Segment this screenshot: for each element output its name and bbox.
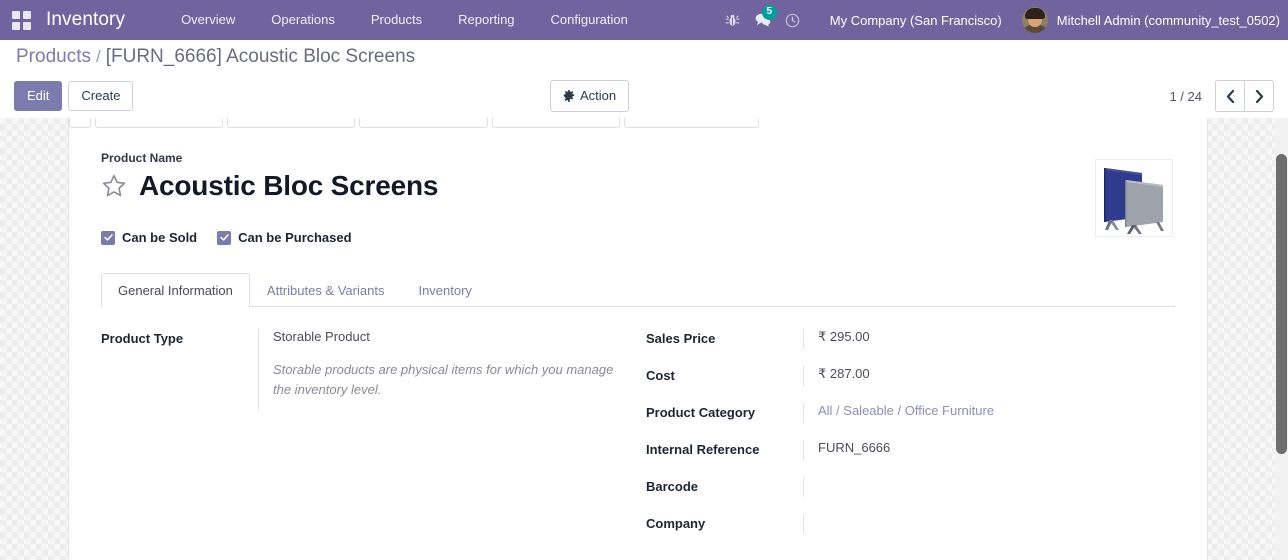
gear-icon bbox=[563, 90, 575, 102]
product-category-value[interactable]: All / Saleable / Office Furniture bbox=[803, 403, 1175, 423]
stat-button-cut[interactable] bbox=[227, 118, 355, 128]
field-product-type: Product Type Storable Product Storable p… bbox=[101, 329, 638, 411]
internal-reference-label: Internal Reference bbox=[646, 442, 760, 457]
stat-button-cut[interactable] bbox=[624, 118, 759, 128]
form-sheet-body: Product Name Acoustic Bloc Screens Can b… bbox=[69, 129, 1207, 560]
control-panel: Edit Create Action 1 / 24 bbox=[0, 74, 1288, 118]
field-company: Company bbox=[646, 514, 1175, 534]
notebook-tabs: General Information Attributes & Variant… bbox=[101, 273, 1175, 307]
breadcrumb-separator: / bbox=[95, 47, 101, 66]
product-type-value-wrapper: Storable Product Storable products are p… bbox=[258, 329, 638, 411]
user-menu-label: Mitchell Admin (community_test_0502) bbox=[1056, 12, 1280, 28]
can-be-purchased-label: Can be Purchased bbox=[238, 230, 352, 245]
product-title-area: Product Name Acoustic Bloc Screens Can b… bbox=[101, 151, 1175, 245]
pager-buttons bbox=[1215, 80, 1274, 112]
avatar bbox=[1021, 7, 1048, 33]
field-product-category: Product Category All / Saleable / Office… bbox=[646, 403, 1175, 423]
menu-item-reporting[interactable]: Reporting bbox=[440, 0, 532, 40]
form-column-left: Product Type Storable Product Storable p… bbox=[101, 329, 638, 551]
navbar-systray: 5 My Company (San Francisco) Mitchell Ad… bbox=[718, 0, 1288, 40]
app-brand-inventory[interactable]: Inventory bbox=[42, 9, 135, 31]
chevron-left-icon bbox=[1226, 89, 1234, 103]
messages-icon[interactable]: 5 bbox=[748, 0, 778, 40]
barcode-value[interactable] bbox=[803, 477, 1175, 497]
stat-button-cut[interactable] bbox=[69, 118, 91, 128]
pager-next-button[interactable] bbox=[1245, 80, 1274, 112]
field-cost: Cost ₹ 287.00 bbox=[646, 366, 1175, 386]
action-menu-wrapper: Action bbox=[550, 80, 630, 112]
sales-price-label: Sales Price bbox=[646, 331, 716, 346]
checkbox-checked-icon[interactable] bbox=[217, 230, 232, 245]
stat-button-cut[interactable] bbox=[95, 118, 223, 128]
tab-attributes-variants[interactable]: Attributes & Variants bbox=[250, 273, 402, 307]
breadcrumb-current-record: [FURN_6666] Acoustic Bloc Screens bbox=[105, 46, 416, 67]
product-image[interactable] bbox=[1095, 159, 1173, 237]
main-menu: Overview Operations Products Reporting C… bbox=[163, 0, 646, 40]
stat-button-cut[interactable] bbox=[492, 118, 620, 128]
internal-reference-value[interactable]: FURN_6666 bbox=[803, 440, 1175, 460]
menu-item-configuration[interactable]: Configuration bbox=[533, 0, 646, 40]
stat-buttons-cutoff bbox=[69, 118, 1207, 128]
pager-counter[interactable]: 1 / 24 bbox=[1169, 89, 1202, 104]
menu-item-operations[interactable]: Operations bbox=[253, 0, 353, 40]
apps-grid-icon bbox=[11, 10, 31, 30]
bug-icon[interactable] bbox=[718, 0, 748, 40]
user-menu[interactable]: Mitchell Admin (community_test_0502) bbox=[1016, 7, 1280, 33]
edit-button[interactable]: Edit bbox=[14, 81, 63, 111]
breadcrumb-link-products[interactable]: Products bbox=[16, 46, 91, 68]
pager: 1 / 24 bbox=[1169, 80, 1274, 112]
create-button[interactable]: Create bbox=[68, 81, 134, 111]
top-navbar: Inventory Overview Operations Products R… bbox=[0, 0, 1288, 40]
tab-inventory[interactable]: Inventory bbox=[401, 273, 488, 307]
menu-item-overview[interactable]: Overview bbox=[163, 0, 253, 40]
vertical-scrollbar-track[interactable] bbox=[1275, 118, 1288, 560]
breadcrumb: Products / [FURN_6666] Acoustic Bloc Scr… bbox=[0, 40, 1288, 74]
action-menu-button[interactable]: Action bbox=[550, 80, 630, 112]
product-name-line: Acoustic Bloc Screens bbox=[101, 169, 1175, 203]
checkbox-checked-icon[interactable] bbox=[101, 230, 115, 245]
product-category-label: Product Category bbox=[646, 405, 756, 420]
form-sheet: Product Name Acoustic Bloc Screens Can b… bbox=[68, 118, 1208, 560]
product-flags: Can be Sold Can be Purchased bbox=[101, 230, 1175, 245]
can-be-sold-label: Can be Sold bbox=[122, 230, 198, 245]
messages-count-badge: 5 bbox=[761, 5, 777, 20]
product-name-label: Product Name bbox=[101, 151, 183, 165]
vertical-scrollbar-thumb[interactable] bbox=[1276, 154, 1287, 454]
pager-previous-button[interactable] bbox=[1215, 80, 1245, 112]
cost-label: Cost bbox=[646, 368, 675, 383]
product-type-value[interactable]: Storable Product bbox=[273, 329, 638, 344]
can-be-purchased-field[interactable]: Can be Purchased bbox=[217, 230, 352, 245]
stat-button-cut[interactable] bbox=[359, 118, 488, 128]
sales-price-value[interactable]: ₹ 295.00 bbox=[803, 329, 1175, 349]
company-label: Company bbox=[646, 516, 706, 531]
tab-general-information[interactable]: General Information bbox=[101, 273, 250, 307]
company-value[interactable] bbox=[803, 514, 1175, 534]
field-internal-reference: Internal Reference FURN_6666 bbox=[646, 440, 1175, 460]
product-type-label: Product Type bbox=[101, 331, 184, 346]
page-title: Acoustic Bloc Screens bbox=[139, 170, 439, 201]
apps-menu-button[interactable] bbox=[0, 0, 42, 40]
form-columns: Product Type Storable Product Storable p… bbox=[101, 329, 1175, 551]
form-column-right: Sales Price ₹ 295.00 Cost ₹ 287.00 Produ… bbox=[638, 329, 1175, 551]
field-barcode: Barcode bbox=[646, 477, 1175, 497]
form-view-content: Product Name Acoustic Bloc Screens Can b… bbox=[0, 118, 1288, 560]
chevron-right-icon bbox=[1255, 89, 1263, 103]
field-sales-price: Sales Price ₹ 295.00 bbox=[646, 329, 1175, 349]
star-outline-icon[interactable] bbox=[101, 173, 127, 199]
cost-value[interactable]: ₹ 287.00 bbox=[803, 366, 1175, 386]
product-type-help-text: Storable products are physical items for… bbox=[273, 362, 614, 397]
can-be-sold-field[interactable]: Can be Sold bbox=[101, 230, 197, 245]
barcode-label: Barcode bbox=[646, 479, 699, 494]
company-switcher[interactable]: My Company (San Francisco) bbox=[808, 13, 1016, 28]
activities-clock-icon[interactable] bbox=[778, 0, 808, 40]
menu-item-products[interactable]: Products bbox=[353, 0, 440, 40]
action-menu-label: Action bbox=[580, 88, 617, 103]
